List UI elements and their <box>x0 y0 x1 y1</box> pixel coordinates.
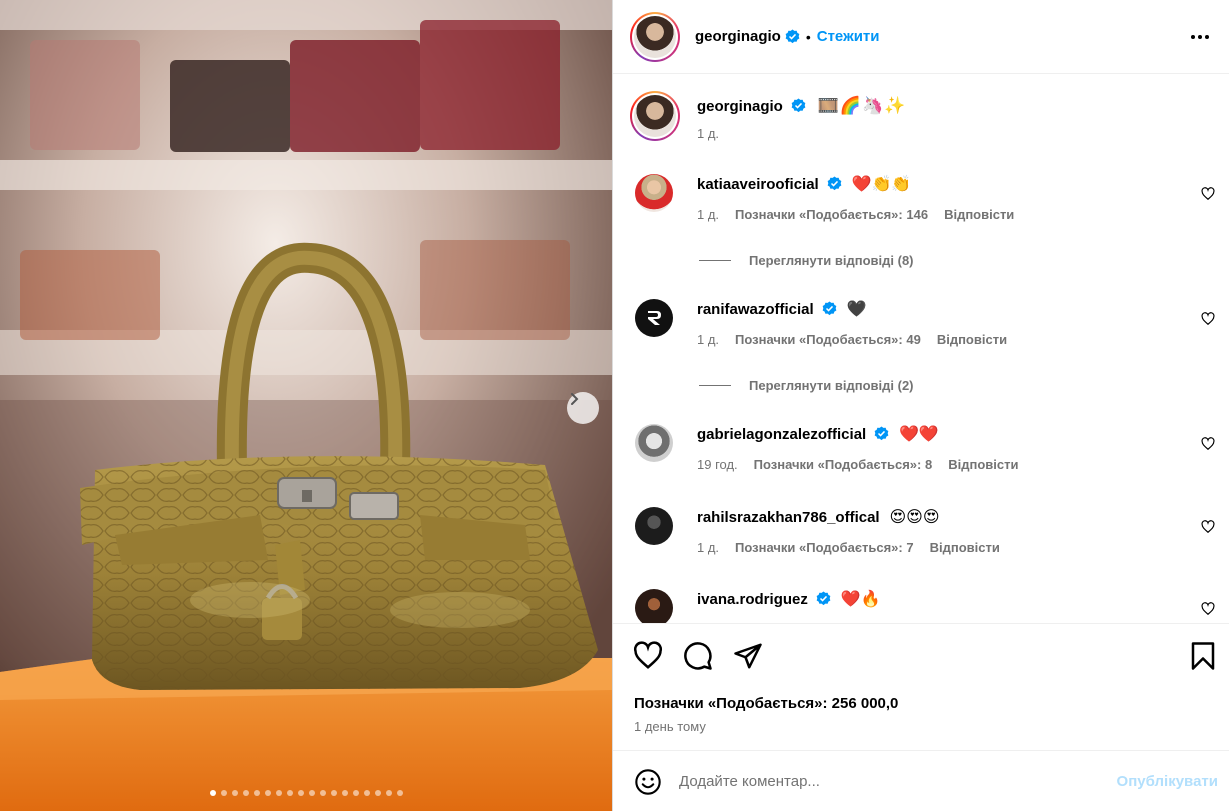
carousel-dot <box>330 790 337 796</box>
caption-username[interactable]: georginagio <box>697 98 783 115</box>
commenter-avatar[interactable] <box>635 174 673 212</box>
comment-input[interactable] <box>679 773 1079 790</box>
carousel-dot <box>253 790 260 796</box>
carousel-dot <box>286 790 293 796</box>
verified-badge-icon <box>785 29 800 44</box>
comment-icon[interactable] <box>683 641 713 671</box>
view-replies-label: Переглянути відповіді (8) <box>749 253 914 268</box>
brand-logo-icon <box>648 311 661 325</box>
share-icon[interactable] <box>733 641 763 671</box>
carousel-dot <box>352 790 359 796</box>
carousel-dot <box>209 790 216 796</box>
post-caption: georginagio 🎞️🌈🦄✨ 1 д. <box>630 91 906 141</box>
author-username[interactable]: georginagio <box>695 28 781 45</box>
author-avatar[interactable] <box>630 11 680 62</box>
carousel-dot <box>319 790 326 796</box>
post-sidebar: georginagio • Стежити georginagio 🎞️🌈🦄✨ … <box>612 0 1229 811</box>
carousel-dot <box>341 790 348 796</box>
comment-username[interactable]: ivana.rodriguez <box>697 591 808 608</box>
replies-line <box>699 260 731 261</box>
more-options-icon[interactable] <box>1189 26 1211 48</box>
comment-likes-count[interactable]: Позначки «Подобається»: 146 <box>735 207 928 222</box>
comment-composer: Опублікувати <box>613 752 1229 811</box>
post-actions-section: Позначки «Подобається»: 256 000,0 1 день… <box>613 623 1229 751</box>
carousel-dot <box>308 790 315 796</box>
comment-text: ❤️❤️ <box>899 426 939 443</box>
carousel-dot <box>220 790 227 796</box>
caption-author-avatar[interactable] <box>630 91 680 141</box>
reply-button[interactable]: Відповісти <box>930 540 1000 555</box>
carousel-dot <box>275 790 282 796</box>
comment-text: ❤️👏👏 <box>851 176 912 193</box>
comment-time: 19 год. <box>697 457 738 472</box>
comment-username[interactable]: gabrielagonzalezofficial <box>697 426 866 443</box>
carousel-indicator <box>0 790 612 796</box>
heart-icon[interactable] <box>1201 437 1215 451</box>
heart-icon[interactable] <box>633 641 663 671</box>
post-media[interactable] <box>0 0 612 811</box>
reply-button[interactable]: Відповісти <box>948 457 1018 472</box>
heart-icon[interactable] <box>1201 520 1215 534</box>
view-replies-button[interactable]: Переглянути відповіді (2) <box>699 378 914 393</box>
comment-text: 🖤 <box>846 301 867 318</box>
comment-time: 1 д. <box>697 540 720 555</box>
carousel-dot <box>363 790 370 796</box>
verified-badge-icon <box>874 426 889 441</box>
comment-text: 😍😍😍 <box>889 509 940 526</box>
carousel-dot <box>297 790 304 796</box>
view-replies-label: Переглянути відповіді (2) <box>749 378 914 393</box>
post-likes-count[interactable]: Позначки «Подобається»: 256 000,0 <box>634 695 898 712</box>
comment-likes-count[interactable]: Позначки «Подобається»: 8 <box>754 457 933 472</box>
emoji-icon[interactable] <box>634 768 662 796</box>
carousel-dot <box>385 790 392 796</box>
bookmark-icon[interactable] <box>1188 641 1218 671</box>
carousel-dot <box>231 790 238 796</box>
carousel-dot <box>242 790 249 796</box>
commenter-avatar[interactable] <box>635 299 673 337</box>
comment-time: 1 д. <box>697 207 720 222</box>
caption-text: 🎞️🌈🦄✨ <box>817 96 907 115</box>
header-separator: • <box>805 28 811 45</box>
comment-username[interactable]: rahilsrazakhan786_offical <box>697 509 880 526</box>
handbag-photo <box>0 0 612 811</box>
heart-icon[interactable] <box>1201 312 1215 326</box>
verified-badge-icon <box>822 301 836 316</box>
heart-icon[interactable] <box>1201 602 1215 616</box>
follow-button[interactable]: Стежити <box>817 28 880 45</box>
commenter-avatar[interactable] <box>635 589 673 623</box>
commenter-avatar[interactable] <box>635 507 673 545</box>
carousel-next-button[interactable] <box>567 392 599 424</box>
post-header: georginagio • Стежити <box>613 0 1229 74</box>
comment-username[interactable]: katiaaveirooficial <box>697 176 819 193</box>
comment-likes-count[interactable]: Позначки «Подобається»: 7 <box>735 540 914 555</box>
caption-time: 1 д. <box>697 126 720 141</box>
comment-time: 1 д. <box>697 332 720 347</box>
post-timestamp: 1 день тому <box>634 719 706 734</box>
chevron-right-icon <box>571 393 579 405</box>
comments-list[interactable]: georginagio 🎞️🌈🦄✨ 1 д. katiaaveirooficia… <box>613 75 1229 623</box>
verified-badge-icon <box>827 176 841 191</box>
reply-button[interactable]: Відповісти <box>937 332 1007 347</box>
comment-username[interactable]: ranifawazofficial <box>697 301 814 318</box>
carousel-dot <box>264 790 271 796</box>
verified-badge-icon <box>816 591 831 606</box>
commenter-avatar[interactable] <box>635 424 673 462</box>
replies-line <box>699 385 731 386</box>
comment-text: ❤️🔥 <box>840 591 881 608</box>
view-replies-button[interactable]: Переглянути відповіді (8) <box>699 253 914 268</box>
publish-comment-button[interactable]: Опублікувати <box>1117 773 1218 790</box>
heart-icon[interactable] <box>1201 187 1215 201</box>
comment-likes-count[interactable]: Позначки «Подобається»: 49 <box>735 332 921 347</box>
reply-button[interactable]: Відповісти <box>944 207 1014 222</box>
verified-badge-icon <box>791 98 806 113</box>
carousel-dot <box>396 790 403 796</box>
carousel-dot <box>374 790 381 796</box>
